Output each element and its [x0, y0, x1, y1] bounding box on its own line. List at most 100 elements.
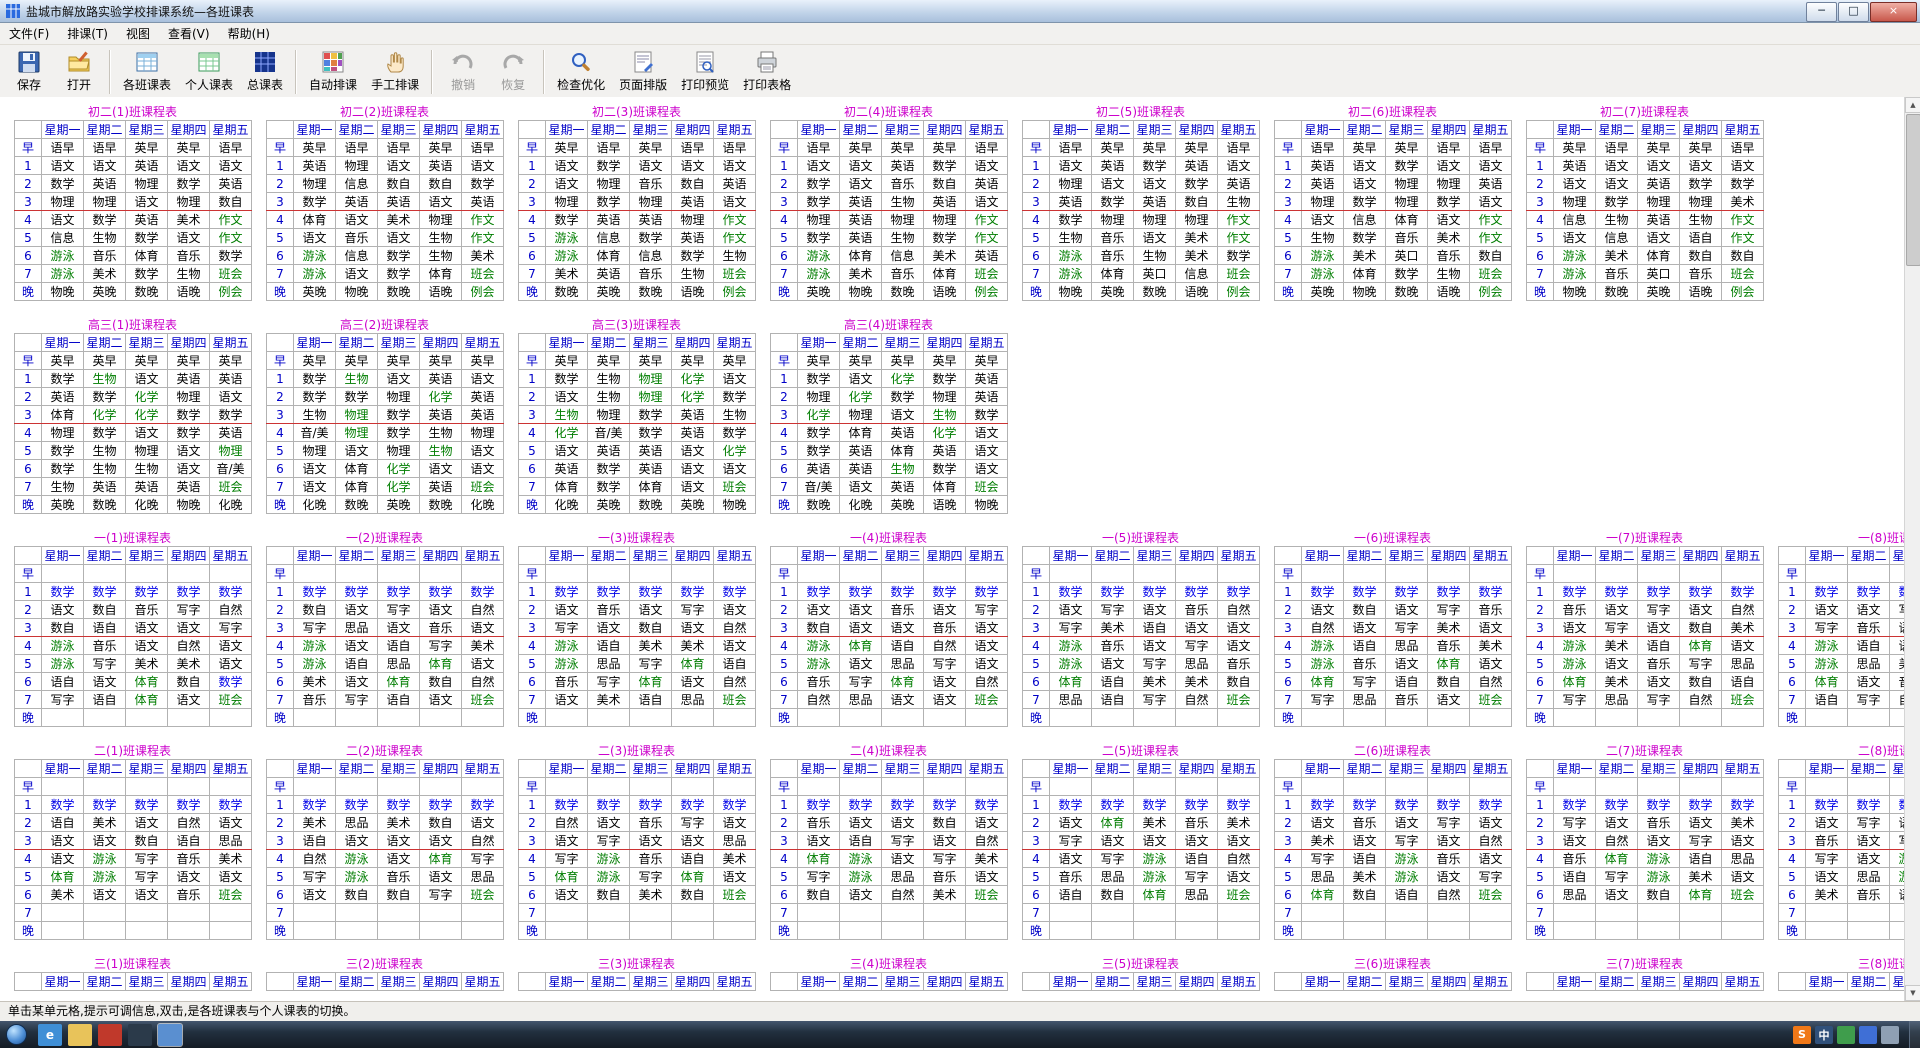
schedule-cell[interactable]: 数学 [1848, 796, 1890, 814]
schedule-cell[interactable]: 写字 [546, 619, 588, 637]
schedule-cell[interactable]: 数学 [546, 796, 588, 814]
schedule-cell[interactable]: 作文 [714, 211, 756, 229]
schedule-cell[interactable]: 美术 [546, 265, 588, 283]
schedule-cell[interactable]: 班会 [1470, 265, 1512, 283]
schedule-cell[interactable]: 语文 [420, 691, 462, 709]
schedule-cell[interactable]: 例会 [210, 283, 252, 301]
schedule-cell[interactable]: 英语 [588, 442, 630, 460]
schedule-cell[interactable]: 数学 [84, 424, 126, 442]
schedule-cell[interactable]: 美术 [168, 211, 210, 229]
schedule-cell[interactable]: 语文 [672, 442, 714, 460]
schedule-cell[interactable]: 英晚 [672, 496, 714, 514]
schedule-cell[interactable]: 数学 [1680, 583, 1722, 601]
schedule-cell[interactable]: 作文 [1722, 211, 1764, 229]
schedule-cell[interactable]: 英语 [126, 478, 168, 496]
schedule-cell[interactable]: 游泳 [840, 868, 882, 886]
schedule-cell[interactable]: 数学 [1218, 583, 1260, 601]
schedule-cell[interactable]: 语文 [924, 832, 966, 850]
schedule-cell[interactable]: 语文 [42, 157, 84, 175]
schedule-cell[interactable]: 英早 [630, 352, 672, 370]
schedule-cell[interactable] [42, 778, 84, 796]
schedule-cell[interactable]: 游泳 [1806, 637, 1848, 655]
schedule-cell[interactable]: 数学 [1176, 175, 1218, 193]
schedule-cell[interactable]: 数学 [840, 583, 882, 601]
schedule-cell[interactable]: 语文 [1848, 850, 1890, 868]
schedule-cell[interactable]: 体育 [924, 478, 966, 496]
schedule-cell[interactable] [378, 709, 420, 727]
schedule-cell[interactable]: 数学 [462, 796, 504, 814]
schedule-cell[interactable]: 语文 [714, 868, 756, 886]
schedule-cell[interactable]: 音乐 [168, 850, 210, 868]
schedule-cell[interactable]: 英早 [462, 352, 504, 370]
schedule-cell[interactable] [126, 778, 168, 796]
schedule-cell[interactable]: 语文 [420, 832, 462, 850]
schedule-cell[interactable]: 音乐 [1554, 850, 1596, 868]
schedule-cell[interactable]: 自然 [1890, 691, 1905, 709]
schedule-cell[interactable]: 语文 [1470, 619, 1512, 637]
schedule-cell[interactable]: 体育 [126, 673, 168, 691]
schedule-cell[interactable] [1344, 922, 1386, 940]
schedule-cell[interactable]: 语文 [672, 157, 714, 175]
schedule-cell[interactable]: 英早 [924, 352, 966, 370]
schedule-cell[interactable] [1050, 922, 1092, 940]
schedule-cell[interactable]: 数学 [378, 406, 420, 424]
schedule-cell[interactable]: 数学 [126, 265, 168, 283]
schedule-cell[interactable]: 音乐 [1218, 655, 1260, 673]
schedule-cell[interactable]: 数晚 [546, 283, 588, 301]
schedule-cell[interactable] [672, 922, 714, 940]
schedule-cell[interactable]: 语文 [420, 460, 462, 478]
schedule-cell[interactable]: 信息 [42, 229, 84, 247]
schedule-cell[interactable] [672, 778, 714, 796]
schedule-cell[interactable]: 数学 [924, 229, 966, 247]
schedule-cell[interactable]: 写字 [840, 673, 882, 691]
schedule-cell[interactable] [1680, 709, 1722, 727]
schedule-cell[interactable]: 写字 [294, 868, 336, 886]
schedule-cell[interactable] [336, 904, 378, 922]
schedule-cell[interactable] [1722, 709, 1764, 727]
schedule-cell[interactable]: 英语 [966, 388, 1008, 406]
schedule-cell[interactable]: 数学 [1134, 796, 1176, 814]
schedule-cell[interactable]: 思品 [1176, 655, 1218, 673]
schedule-cell[interactable]: 体育 [1596, 850, 1638, 868]
schedule-cell[interactable]: 语晚 [924, 496, 966, 514]
schedule-cell[interactable]: 语早 [966, 139, 1008, 157]
schedule-cell[interactable]: 语文 [1050, 814, 1092, 832]
schedule-cell[interactable]: 语文 [672, 619, 714, 637]
vertical-scrollbar[interactable]: ▲ ▼ [1904, 97, 1920, 1001]
schedule-cell[interactable]: 思品 [378, 655, 420, 673]
schedule-cell[interactable]: 语文 [630, 601, 672, 619]
schedule-cell[interactable] [546, 709, 588, 727]
schedule-cell[interactable]: 化学 [420, 388, 462, 406]
schedule-cell[interactable]: 语自 [1386, 886, 1428, 904]
schedule-cell[interactable]: 游泳 [1554, 247, 1596, 265]
schedule-cell[interactable]: 英早 [378, 352, 420, 370]
schedule-cell[interactable]: 数学 [588, 796, 630, 814]
schedule-cell[interactable]: 英语 [126, 211, 168, 229]
schedule-cell[interactable]: 数学 [84, 211, 126, 229]
schedule-cell[interactable]: 语自 [882, 637, 924, 655]
schedule-cell[interactable]: 语文 [840, 814, 882, 832]
schedule-cell[interactable]: 体育 [840, 247, 882, 265]
schedule-cell[interactable]: 化学 [924, 424, 966, 442]
schedule-cell[interactable] [1470, 922, 1512, 940]
schedule-cell[interactable]: 写字 [1386, 619, 1428, 637]
schedule-cell[interactable] [126, 565, 168, 583]
schedule-cell[interactable]: 体育 [1302, 673, 1344, 691]
tray-icon-tray-gray[interactable] [1881, 1026, 1899, 1044]
schedule-cell[interactable]: 语文 [882, 619, 924, 637]
schedule-cell[interactable]: 游泳 [840, 850, 882, 868]
schedule-cell[interactable]: 英口 [1386, 247, 1428, 265]
schedule-cell[interactable]: 数学 [336, 796, 378, 814]
schedule-cell[interactable]: 语文 [210, 388, 252, 406]
schedule-cell[interactable]: 英语 [210, 424, 252, 442]
schedule-cell[interactable] [840, 709, 882, 727]
schedule-cell[interactable]: 语文 [168, 229, 210, 247]
schedule-cell[interactable]: 音乐 [882, 175, 924, 193]
schedule-cell[interactable] [462, 565, 504, 583]
schedule-cell[interactable]: 语文 [1428, 832, 1470, 850]
schedule-cell[interactable]: 语文 [1638, 619, 1680, 637]
schedule-cell[interactable] [714, 778, 756, 796]
schedule-cell[interactable]: 语自 [378, 691, 420, 709]
schedule-cell[interactable]: 语早 [378, 139, 420, 157]
schedule-cell[interactable]: 生物 [84, 229, 126, 247]
